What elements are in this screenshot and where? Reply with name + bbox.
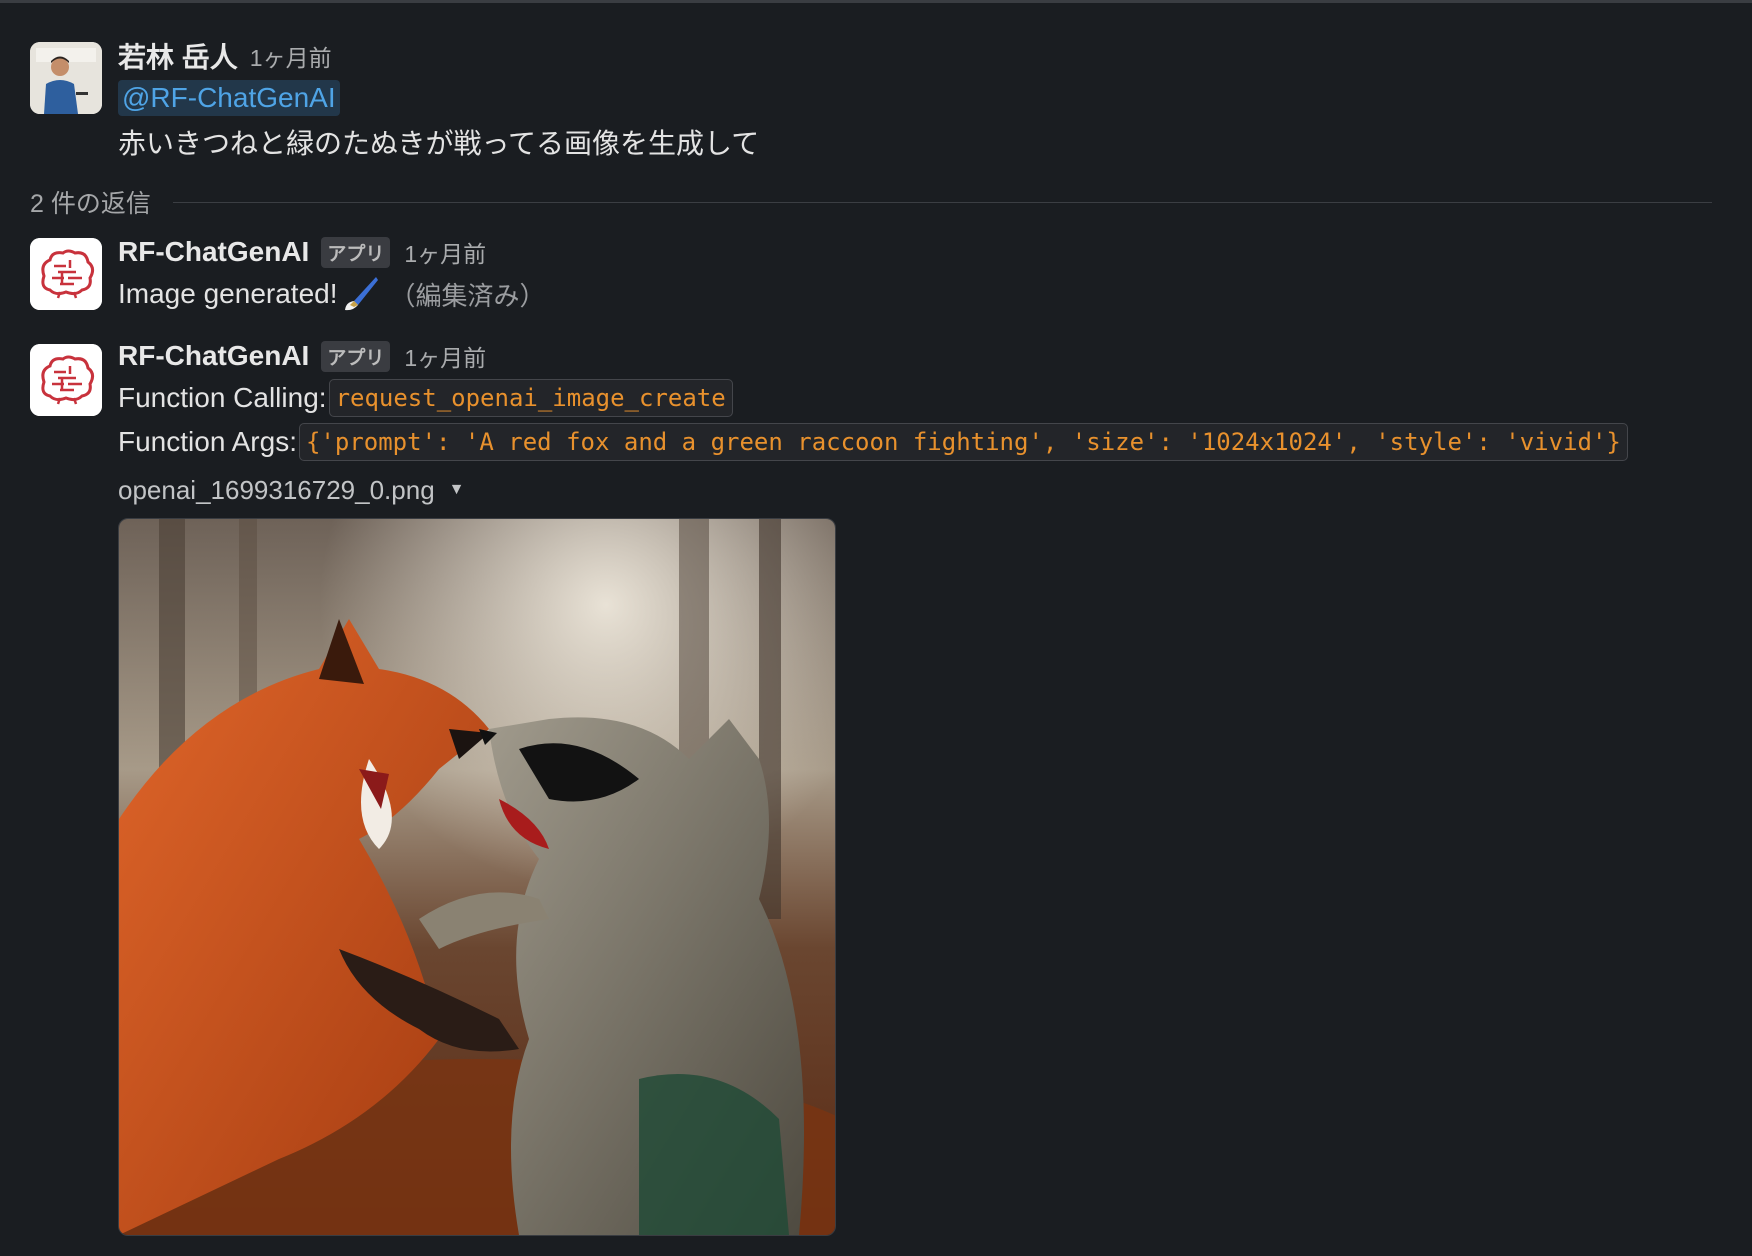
mention-line: @RF-ChatGenAI bbox=[118, 76, 1712, 120]
user-avatar[interactable] bbox=[30, 42, 102, 114]
paintbrush-icon bbox=[344, 277, 378, 311]
top-divider bbox=[0, 0, 1752, 3]
author-name[interactable]: RF-ChatGenAI bbox=[118, 236, 309, 268]
timestamp[interactable]: 1ヶ月前 bbox=[404, 235, 486, 269]
message-header: RF-ChatGenAI アプリ 1ヶ月前 bbox=[118, 232, 1712, 272]
chevron-down-icon[interactable]: ▼ bbox=[449, 481, 465, 499]
bot-avatar[interactable] bbox=[30, 344, 102, 416]
function-args-line: Function Args: {'prompt': 'A red fox and… bbox=[118, 420, 1712, 464]
generated-image[interactable] bbox=[118, 518, 836, 1236]
author-name[interactable]: RF-ChatGenAI bbox=[118, 340, 309, 372]
edited-label: （編集済み） bbox=[389, 280, 546, 311]
app-badge: アプリ bbox=[321, 236, 391, 268]
message-text-line: Image generated! （編集済み） bbox=[118, 272, 1712, 316]
message-text: Image generated! bbox=[118, 278, 338, 309]
function-name-code: request_openai_image_create bbox=[328, 379, 733, 417]
message-header: RF-ChatGenAI アプリ 1ヶ月前 bbox=[118, 336, 1712, 376]
user-photo-icon bbox=[30, 42, 102, 114]
brain-icon bbox=[30, 344, 102, 416]
file-name[interactable]: openai_1699316729_0.png bbox=[118, 475, 435, 506]
message-text: 赤いきつねと緑のたぬきが戦ってる画像を生成して bbox=[118, 128, 760, 159]
message-header: 若林 岳人 1ヶ月前 bbox=[118, 36, 1712, 76]
app-badge: アプリ bbox=[321, 340, 391, 372]
replies-rule bbox=[172, 201, 1712, 203]
function-args-code: {'prompt': 'A red fox and a green raccoo… bbox=[298, 423, 1628, 461]
bot-avatar[interactable] bbox=[30, 238, 102, 310]
replies-count: 2 件の返信 bbox=[30, 190, 151, 218]
file-header[interactable]: openai_1699316729_0.png ▼ bbox=[118, 470, 1712, 510]
brain-icon bbox=[30, 238, 102, 310]
thread-replies-divider: 2 件の返信 bbox=[30, 184, 1712, 220]
function-calling-line: Function Calling: request_openai_image_c… bbox=[118, 376, 1712, 420]
fox-raccoon-image bbox=[119, 519, 835, 1235]
timestamp[interactable]: 1ヶ月前 bbox=[404, 339, 486, 373]
function-calling-label: Function Calling: bbox=[118, 382, 327, 413]
mention-link[interactable]: @RF-ChatGenAI bbox=[118, 80, 340, 116]
timestamp[interactable]: 1ヶ月前 bbox=[250, 39, 332, 73]
function-args-label: Function Args: bbox=[118, 426, 297, 457]
author-name[interactable]: 若林 岳人 bbox=[118, 36, 238, 76]
